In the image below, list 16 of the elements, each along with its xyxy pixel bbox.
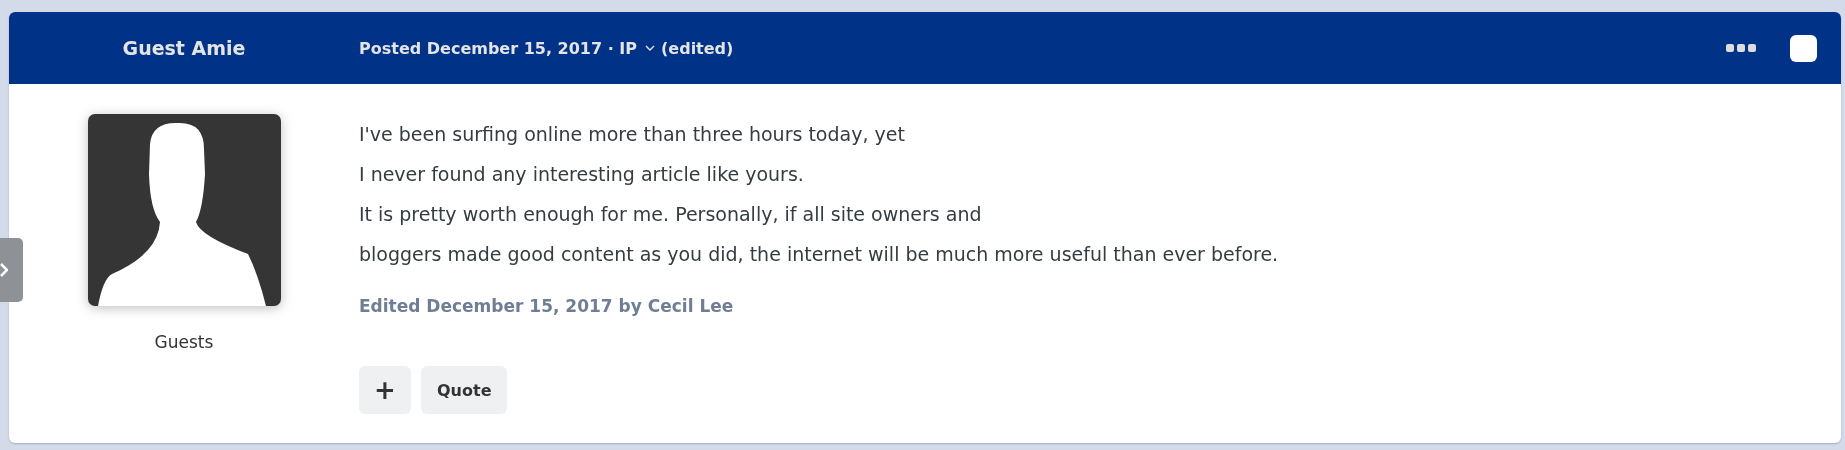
chevron-right-icon (0, 263, 8, 277)
edited-note: Edited December 15, 2017 by Cecil Lee (359, 296, 735, 316)
post-text-line: I never found any interesting article like yours. (359, 162, 805, 187)
post-text-line: It is pretty worth enough for me. Personally, if all site owners and (359, 202, 983, 227)
edited-label: (edited) (661, 38, 734, 58)
post-text-line: bloggers made good content as you did, the internet will be much more useful than ever before. (359, 242, 1279, 267)
user-group: Guests (154, 332, 214, 352)
select-checkbox[interactable] (1790, 34, 1817, 62)
caret-icon[interactable] (645, 45, 655, 51)
more-icon[interactable] (1726, 43, 1756, 53)
author-name[interactable]: Guest Amie (9, 37, 359, 59)
quote-button[interactable]: Quote (421, 366, 508, 414)
side-tab[interactable] (0, 238, 23, 302)
post-text-line: I've been surfing online more than three hours today, yet (359, 122, 906, 147)
add-button[interactable]: + (359, 366, 411, 414)
post-date: Posted December 15, 2017 · IP (359, 38, 637, 58)
